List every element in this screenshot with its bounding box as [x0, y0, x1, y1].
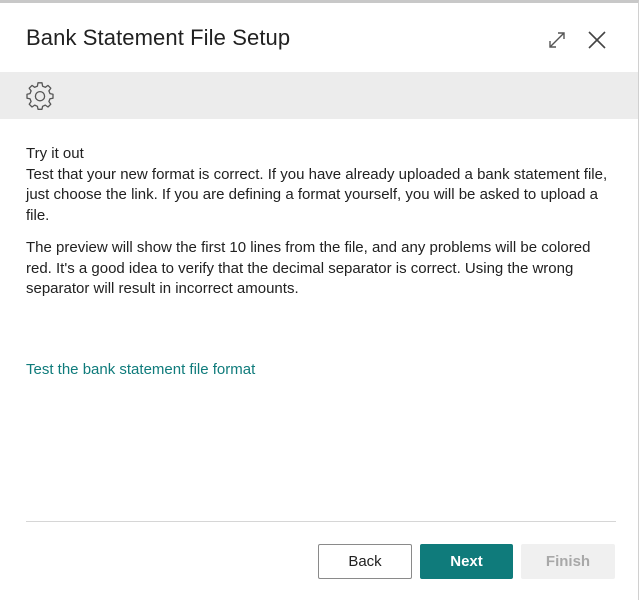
footer-divider — [26, 521, 616, 522]
action-toolbar — [0, 72, 638, 119]
expand-icon[interactable] — [544, 27, 570, 53]
next-button[interactable]: Next — [420, 544, 513, 579]
gear-icon[interactable] — [24, 81, 56, 111]
step-description: Test that your new format is correct. If… — [26, 165, 608, 224]
wizard-dialog: Bank Statement File Setup Try it out Tes… — [0, 0, 639, 600]
close-icon[interactable] — [584, 27, 610, 53]
finish-button[interactable]: Finish — [521, 544, 615, 579]
title-bar: Bank Statement File Setup — [0, 3, 638, 71]
test-format-link[interactable]: Test the bank statement file format — [26, 361, 255, 378]
step-preview-note: The preview will show the first 10 lines… — [26, 239, 591, 297]
title-actions — [544, 27, 610, 53]
back-button[interactable]: Back — [318, 544, 412, 579]
dialog-title: Bank Statement File Setup — [26, 25, 291, 50]
step-heading: Try it out — [26, 145, 84, 162]
step-content: Try it out Test that your new format is … — [26, 144, 616, 300]
